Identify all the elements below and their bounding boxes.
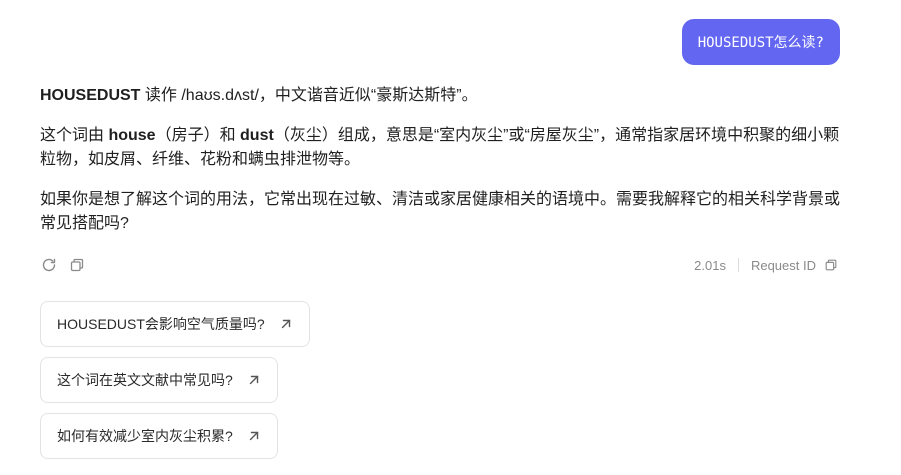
request-id-label: Request ID [750,257,816,273]
message-actions: 2.01s Request ID [40,255,840,275]
suggestion-text: HOUSEDUST会影响空气质量吗? [57,316,265,332]
copy-icon[interactable] [68,256,86,274]
user-message-row: HOUSEDUST怎么读? [681,19,840,65]
assistant-answer: HOUSEDUST 读作 /haʊs.dʌst/，中文谐音近似“豪斯达斯特”。 … [40,84,850,252]
answer-pronunciation: 读作 /haʊs.dʌst/，中文谐音近似“豪斯达斯特”。 [140,87,478,104]
answer-term: HOUSEDUST [40,87,141,104]
answer-bold-dust: dust [240,127,274,144]
user-message-bubble: HOUSEDUST怎么读? [681,19,840,65]
arrow-up-right-icon [247,373,261,387]
suggestion-text: 如何有效减少室内灰尘积累? [57,428,233,444]
arrow-up-right-icon [279,317,293,331]
arrow-up-right-icon [247,429,261,443]
refresh-icon[interactable] [40,256,58,274]
meta-divider [737,258,739,272]
suggestion-chip[interactable]: 这个词在英文文献中常见吗? [40,357,278,403]
message-meta: 2.01s Request ID [694,256,840,274]
answer-bold-house: house [108,127,156,144]
request-id-button[interactable]: Request ID [751,256,840,274]
suggestion-list: HOUSEDUST会影响空气质量吗? 这个词在英文文献中常见吗? 如何有效减少室… [40,301,310,469]
answer-text: （房子）和 [155,127,241,144]
suggestion-chip[interactable]: 如何有效减少室内灰尘积累? [40,413,278,459]
response-duration: 2.01s [694,257,726,273]
suggestion-text: 这个词在英文文献中常见吗? [57,372,233,388]
answer-paragraph-3: 如果你是想了解这个词的用法，它常出现在过敏、清洁或家居健康相关的语境中。需要我解… [40,191,841,232]
answer-paragraph-1: HOUSEDUST 读作 /haʊs.dʌst/，中文谐音近似“豪斯达斯特”。 [40,84,850,108]
copy-icon[interactable] [822,256,840,274]
answer-text: 这个词由 [40,127,109,144]
answer-paragraph-2: 这个词由 house（房子）和 dust（灰尘）组成，意思是“室内灰尘”或“房屋… [40,124,850,172]
suggestion-chip[interactable]: HOUSEDUST会影响空气质量吗? [40,301,310,347]
